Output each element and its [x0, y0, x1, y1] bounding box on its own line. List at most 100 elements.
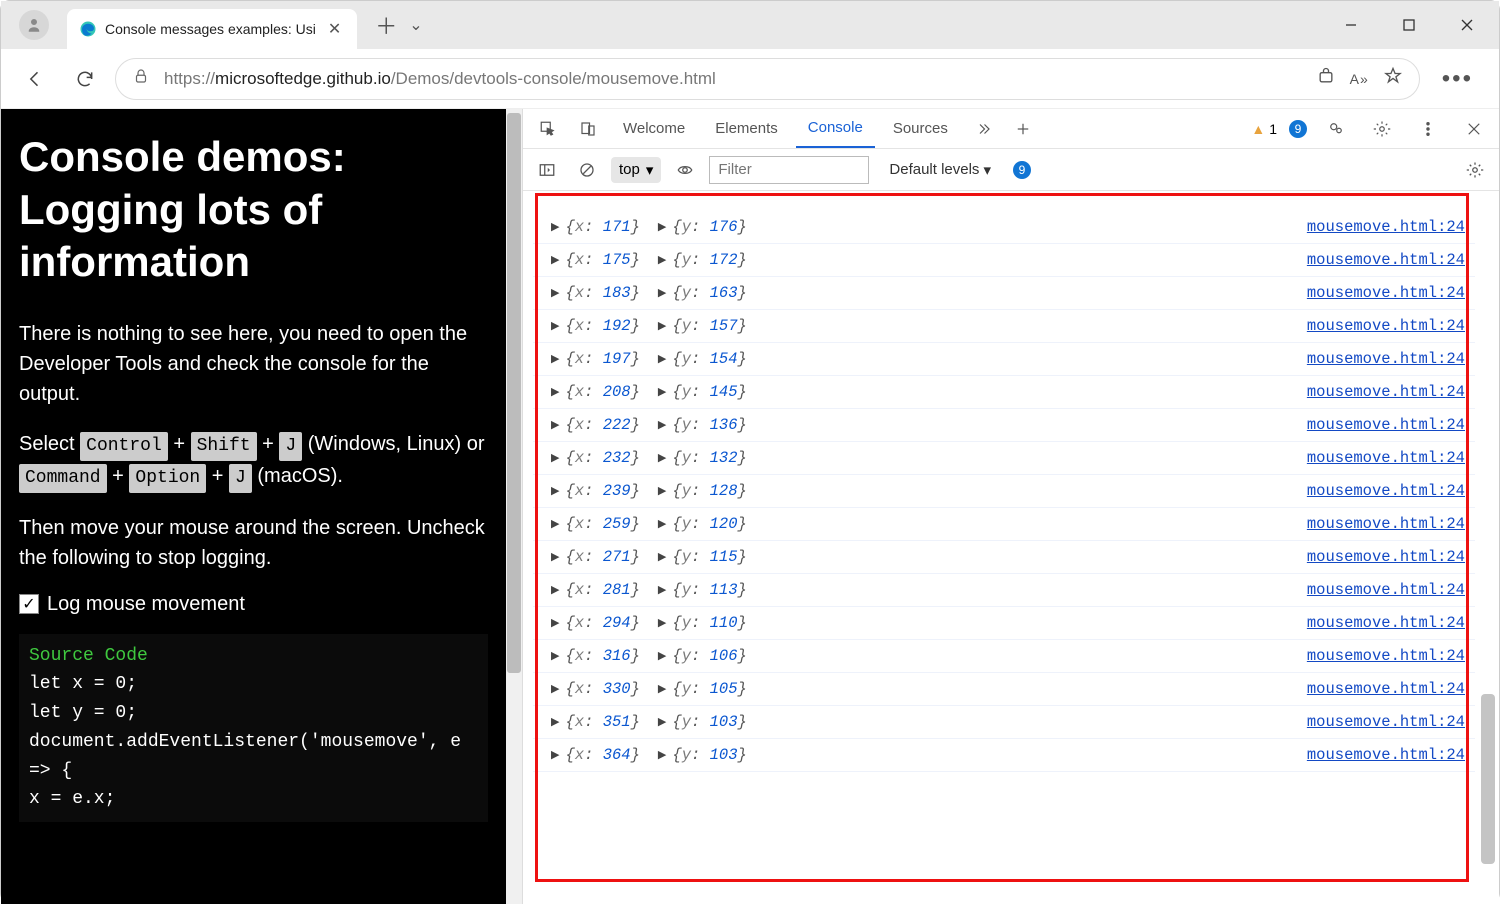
console-log-row[interactable]: ▶{x: 351}▶{y: 103}mousemove.html:24: [533, 706, 1475, 739]
context-selector[interactable]: top▾: [611, 157, 661, 183]
maximize-button[interactable]: [1381, 5, 1437, 45]
console-log-row[interactable]: ▶{x: 232}▶{y: 132}mousemove.html:24: [533, 442, 1475, 475]
tab-elements[interactable]: Elements: [703, 109, 790, 148]
expand-icon[interactable]: ▶: [551, 451, 559, 465]
clear-console-icon[interactable]: [571, 154, 603, 186]
expand-icon[interactable]: ▶: [658, 220, 666, 234]
console-scrollbar-thumb[interactable]: [1481, 694, 1495, 864]
console-log-row[interactable]: ▶{x: 208}▶{y: 145}mousemove.html:24: [533, 376, 1475, 409]
expand-icon[interactable]: ▶: [551, 649, 559, 663]
sidebar-toggle-icon[interactable]: [531, 154, 563, 186]
settings-gear-icon[interactable]: [1365, 112, 1399, 146]
console-log-row[interactable]: ▶{x: 294}▶{y: 110}mousemove.html:24: [533, 607, 1475, 640]
info-badge[interactable]: 9: [1289, 120, 1307, 138]
console-log-row[interactable]: ▶{x: 239}▶{y: 128}mousemove.html:24: [533, 475, 1475, 508]
log-checkbox[interactable]: ✓: [19, 594, 39, 614]
profile-avatar[interactable]: [19, 10, 49, 40]
source-link[interactable]: mousemove.html:24: [1307, 416, 1465, 434]
devtools-menu-icon[interactable]: [1411, 112, 1445, 146]
source-link[interactable]: mousemove.html:24: [1307, 515, 1465, 533]
source-link[interactable]: mousemove.html:24: [1307, 746, 1465, 764]
favorite-icon[interactable]: [1383, 66, 1403, 91]
device-icon[interactable]: [571, 112, 605, 146]
issues-counter[interactable]: 9: [1013, 161, 1031, 179]
source-link[interactable]: mousemove.html:24: [1307, 449, 1465, 467]
console-log-row[interactable]: ▶{x: 271}▶{y: 115}mousemove.html:24: [533, 541, 1475, 574]
expand-icon[interactable]: ▶: [658, 319, 666, 333]
address-bar[interactable]: https://microsoftedge.github.io/Demos/de…: [115, 58, 1420, 100]
tab-console[interactable]: Console: [796, 109, 875, 148]
browser-tab[interactable]: Console messages examples: Usi ✕: [67, 9, 357, 49]
expand-icon[interactable]: ▶: [551, 616, 559, 630]
source-link[interactable]: mousemove.html:24: [1307, 581, 1465, 599]
minimize-button[interactable]: [1323, 5, 1379, 45]
expand-icon[interactable]: ▶: [658, 748, 666, 762]
expand-icon[interactable]: ▶: [658, 583, 666, 597]
expand-icon[interactable]: ▶: [551, 715, 559, 729]
source-link[interactable]: mousemove.html:24: [1307, 251, 1465, 269]
page-scrollbar[interactable]: [506, 109, 522, 904]
expand-icon[interactable]: ▶: [551, 418, 559, 432]
tab-dropdown-icon[interactable]: ⌄: [409, 15, 422, 35]
expand-icon[interactable]: ▶: [551, 220, 559, 234]
expand-icon[interactable]: ▶: [551, 286, 559, 300]
expand-icon[interactable]: ▶: [658, 385, 666, 399]
expand-icon[interactable]: ▶: [658, 418, 666, 432]
more-tabs-icon[interactable]: [966, 112, 1000, 146]
source-link[interactable]: mousemove.html:24: [1307, 713, 1465, 731]
expand-icon[interactable]: ▶: [658, 484, 666, 498]
console-log-row[interactable]: ▶{x: 222}▶{y: 136}mousemove.html:24: [533, 409, 1475, 442]
console-log-row[interactable]: ▶{x: 192}▶{y: 157}mousemove.html:24: [533, 310, 1475, 343]
expand-icon[interactable]: ▶: [551, 352, 559, 366]
console-settings-icon[interactable]: [1459, 154, 1491, 186]
live-expression-icon[interactable]: [669, 154, 701, 186]
console-log-row[interactable]: ▶{x: 183}▶{y: 163}mousemove.html:24: [533, 277, 1475, 310]
console-log-row[interactable]: ▶{x: 330}▶{y: 105}mousemove.html:24: [533, 673, 1475, 706]
source-link[interactable]: mousemove.html:24: [1307, 680, 1465, 698]
read-aloud-icon[interactable]: A»: [1350, 71, 1369, 87]
expand-icon[interactable]: ▶: [551, 550, 559, 564]
expand-icon[interactable]: ▶: [551, 682, 559, 696]
tab-sources[interactable]: Sources: [881, 109, 960, 148]
console-log-row[interactable]: ▶{x: 175}▶{y: 172}mousemove.html:24: [533, 244, 1475, 277]
expand-icon[interactable]: ▶: [658, 649, 666, 663]
console-log-row[interactable]: ▶{x: 316}▶{y: 106}mousemove.html:24: [533, 640, 1475, 673]
expand-icon[interactable]: ▶: [658, 550, 666, 564]
warning-badge[interactable]: ▲1: [1251, 121, 1277, 137]
shopping-icon[interactable]: [1316, 66, 1336, 91]
devtools-close-icon[interactable]: [1457, 112, 1491, 146]
refresh-button[interactable]: [65, 59, 105, 99]
source-link[interactable]: mousemove.html:24: [1307, 284, 1465, 302]
console-log-row[interactable]: ▶{x: 171}▶{y: 176}mousemove.html:24: [533, 211, 1475, 244]
tab-close-icon[interactable]: ✕: [324, 19, 345, 39]
settings-menu-button[interactable]: •••: [1430, 65, 1485, 93]
source-link[interactable]: mousemove.html:24: [1307, 482, 1465, 500]
expand-icon[interactable]: ▶: [551, 583, 559, 597]
source-link[interactable]: mousemove.html:24: [1307, 350, 1465, 368]
new-tab-button[interactable]: ＋: [371, 5, 401, 45]
expand-icon[interactable]: ▶: [551, 484, 559, 498]
expand-icon[interactable]: ▶: [551, 748, 559, 762]
expand-icon[interactable]: ▶: [658, 715, 666, 729]
source-link[interactable]: mousemove.html:24: [1307, 218, 1465, 236]
expand-icon[interactable]: ▶: [658, 517, 666, 531]
lock-icon[interactable]: [132, 67, 150, 90]
source-link[interactable]: mousemove.html:24: [1307, 548, 1465, 566]
expand-icon[interactable]: ▶: [658, 253, 666, 267]
filter-input[interactable]: [709, 156, 869, 184]
expand-icon[interactable]: ▶: [551, 385, 559, 399]
source-link[interactable]: mousemove.html:24: [1307, 383, 1465, 401]
console-log-row[interactable]: ▶{x: 281}▶{y: 113}mousemove.html:24: [533, 574, 1475, 607]
expand-icon[interactable]: ▶: [551, 319, 559, 333]
back-button[interactable]: [15, 59, 55, 99]
expand-icon[interactable]: ▶: [658, 286, 666, 300]
close-button[interactable]: [1439, 5, 1495, 45]
expand-icon[interactable]: ▶: [658, 352, 666, 366]
expand-icon[interactable]: ▶: [551, 253, 559, 267]
source-link[interactable]: mousemove.html:24: [1307, 317, 1465, 335]
expand-icon[interactable]: ▶: [551, 517, 559, 531]
tab-welcome[interactable]: Welcome: [611, 109, 697, 148]
feedback-icon[interactable]: [1319, 112, 1353, 146]
console-scrollbar[interactable]: [1479, 191, 1495, 904]
source-link[interactable]: mousemove.html:24: [1307, 647, 1465, 665]
